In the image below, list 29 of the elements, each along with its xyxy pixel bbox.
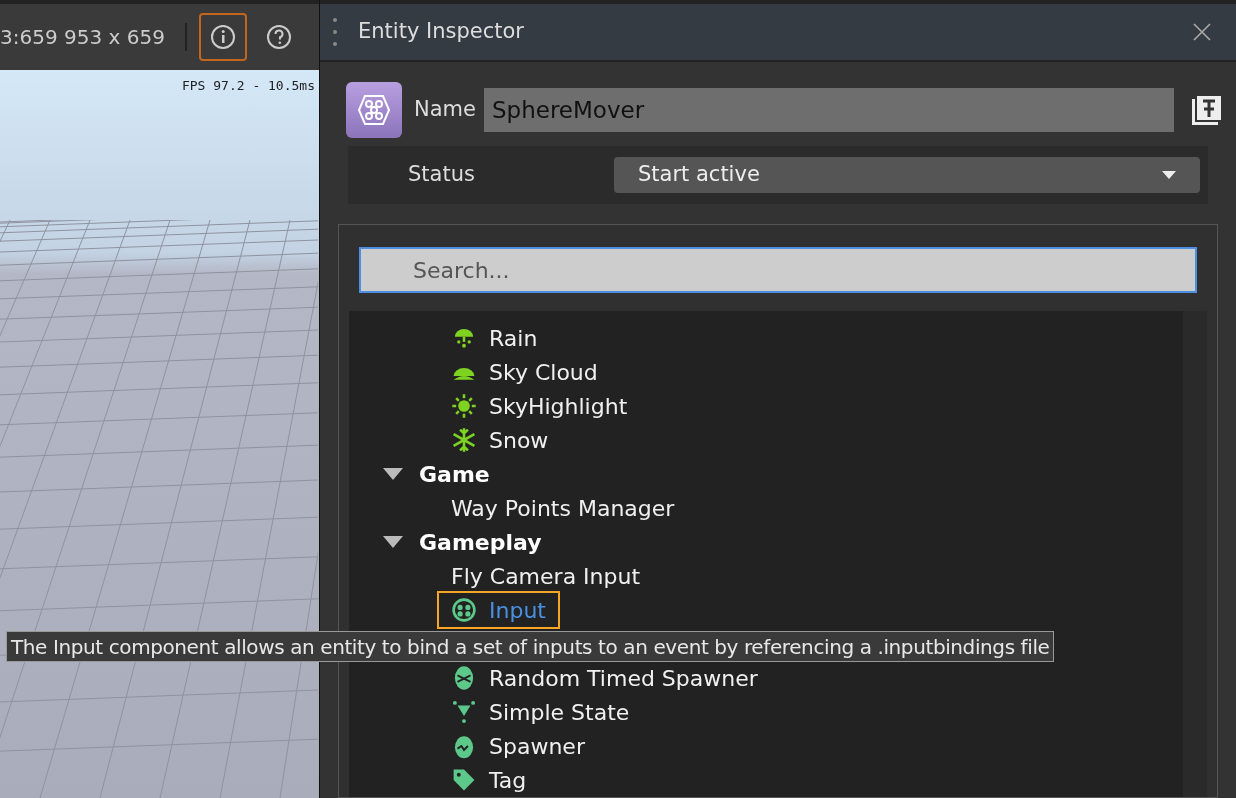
status-label: Status (408, 161, 476, 189)
tree-item[interactable]: Input (437, 591, 560, 629)
name-label: Name (414, 96, 476, 124)
caret-icon[interactable] (383, 536, 403, 548)
tooltip: The Input component allows an entity to bind a set of inputs to an event by referencing a .inputbindings file (6, 631, 1055, 662)
round-connector-icon (451, 597, 477, 623)
tag-icon (451, 767, 477, 793)
tree-item[interactable]: Way Points Manager (437, 489, 689, 527)
status-dropdown[interactable]: Start active (614, 157, 1200, 194)
drag-handle-icon[interactable] (332, 16, 338, 49)
viewport-resolution: 3:659 953 x 659 (0, 24, 165, 51)
sphere-mesh-icon (357, 93, 391, 128)
panel-title: Entity Inspector (358, 18, 524, 46)
category-label[interactable]: Game (419, 457, 490, 491)
funnel-nodes-icon (451, 699, 477, 725)
name-field[interactable]: SphereMover (483, 88, 1174, 133)
info-button[interactable] (198, 13, 247, 61)
scrollbar-track[interactable] (1183, 311, 1207, 797)
caret-icon (1162, 171, 1176, 180)
fps-counter: FPS 97.2 - 10.5ms (181, 77, 315, 95)
sun-icon (451, 393, 477, 419)
help-icon (265, 24, 292, 50)
snowflake-icon (451, 427, 477, 453)
search-field[interactable]: Search... (359, 247, 1197, 293)
close-icon (1193, 23, 1211, 42)
category-label[interactable]: Gameplay (419, 525, 542, 559)
pin-icon[interactable] (1190, 93, 1224, 128)
caret-icon[interactable] (383, 468, 403, 480)
info-icon (209, 24, 236, 50)
